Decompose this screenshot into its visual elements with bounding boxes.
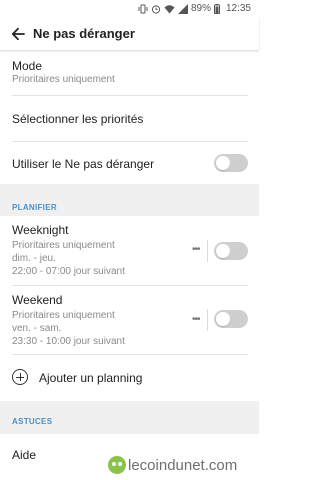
schedule-days: dim. - jeu. — [12, 253, 56, 264]
wifi-icon — [164, 4, 175, 14]
section-header-astuces: ASTUCES — [12, 417, 53, 426]
add-schedule-row[interactable]: Ajouter un planning — [0, 355, 259, 400]
separator — [207, 309, 208, 331]
page-title: Ne pas déranger — [33, 26, 135, 41]
schedule-name: Weeknight — [12, 223, 69, 237]
battery-percent: 89% — [190, 3, 211, 14]
schedule-item[interactable]: Weeknight Prioritaires uniquement dim. -… — [0, 216, 259, 284]
separator — [207, 240, 208, 262]
status-bar: 89% 12:35 — [0, 0, 259, 18]
signal-icon — [177, 3, 188, 14]
select-priorities-label: Sélectionner les priorités — [12, 112, 144, 126]
add-circle-icon — [12, 369, 28, 385]
battery-icon — [213, 3, 220, 14]
schedule-time: 22:00 - 07:00 jour suivant — [12, 266, 125, 277]
schedule-days: ven. - sam. — [12, 323, 62, 334]
schedule-mode: Prioritaires uniquement — [12, 310, 115, 321]
mode-value: Prioritaires uniquement — [12, 74, 115, 85]
schedule-toggle[interactable] — [214, 242, 248, 260]
use-dnd-label: Utiliser le Ne pas déranger — [12, 157, 155, 171]
status-time: 12:35 — [225, 3, 251, 14]
mode-row[interactable]: Mode Prioritaires uniquement — [0, 50, 259, 96]
schedule-time: 23:30 - 10:00 jour suivant — [12, 336, 125, 347]
section-astuces: ASTUCES — [0, 401, 259, 434]
add-schedule-label: Ajouter un planning — [39, 371, 143, 385]
alarm-icon — [151, 4, 161, 14]
schedule-name: Weekend — [12, 293, 63, 307]
mode-title: Mode — [12, 59, 43, 73]
watermark-logo-icon — [108, 456, 126, 474]
arrow-back-icon — [11, 27, 25, 41]
more-options-icon[interactable]: ••• — [192, 244, 200, 255]
app-bar: Ne pas déranger — [0, 18, 259, 50]
schedule-item[interactable]: Weekend Prioritaires uniquement ven. - s… — [0, 286, 259, 354]
schedule-mode: Prioritaires uniquement — [12, 240, 115, 251]
help-label: Aide — [12, 448, 37, 462]
use-dnd-toggle[interactable] — [214, 154, 248, 172]
schedule-toggle[interactable] — [214, 310, 248, 328]
use-dnd-row[interactable]: Utiliser le Ne pas déranger — [0, 142, 259, 184]
status-icons: 89% 12:35 — [138, 3, 251, 14]
vibrate-icon — [138, 4, 148, 14]
more-options-icon[interactable]: ••• — [192, 314, 200, 325]
section-header-planifier: PLANIFIER — [12, 203, 57, 212]
watermark-text: lecoindunet.com — [128, 456, 238, 474]
back-button[interactable] — [8, 24, 28, 44]
select-priorities-row[interactable]: Sélectionner les priorités — [0, 96, 259, 141]
watermark: lecoindunet.com — [108, 456, 237, 474]
section-planifier: PLANIFIER — [0, 184, 259, 216]
